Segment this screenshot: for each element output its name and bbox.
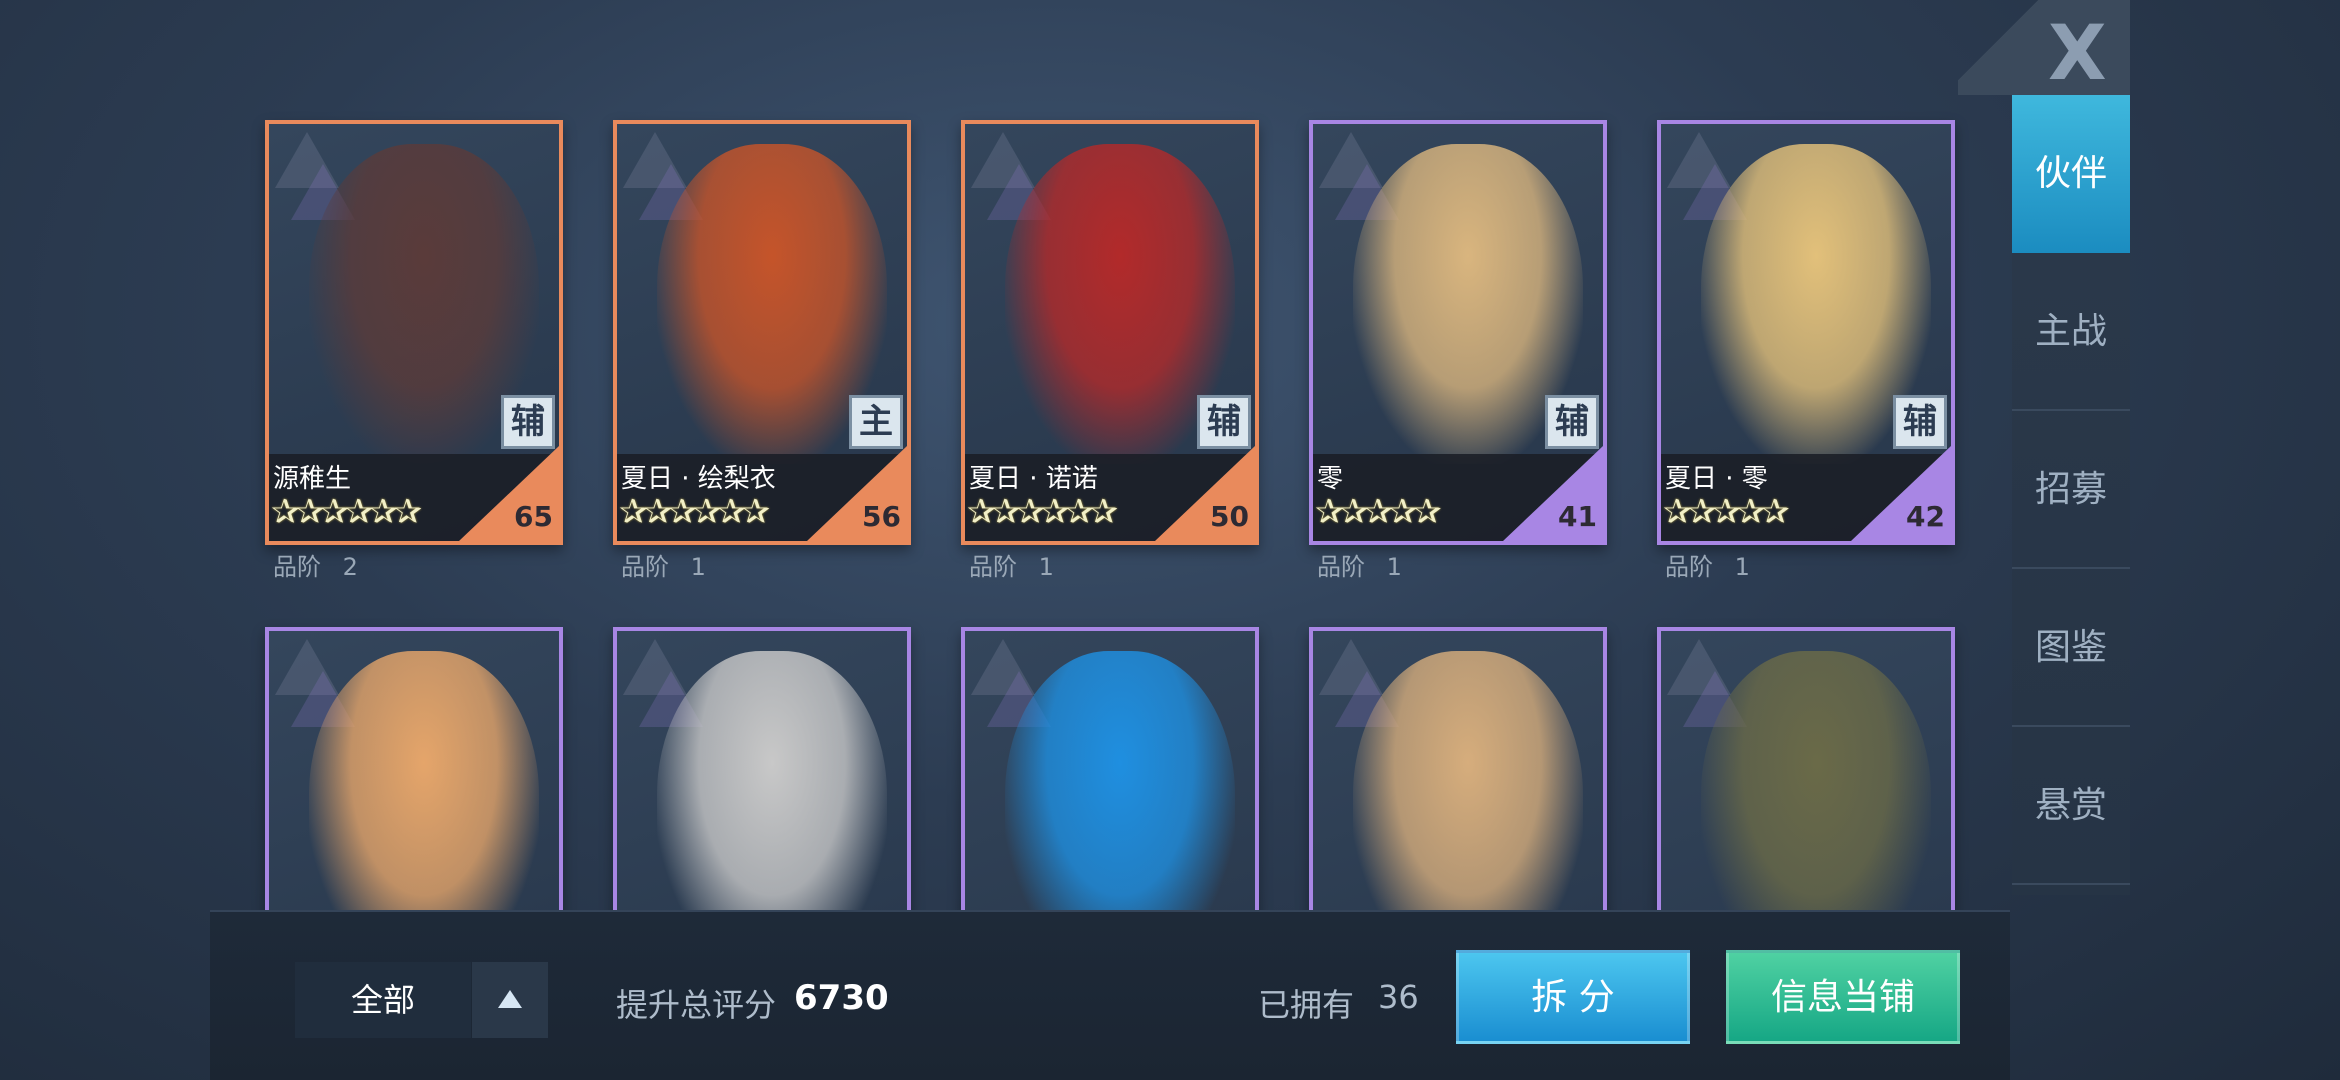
partner-portrait <box>657 651 887 910</box>
partner-card[interactable]: 辅 夏日 · 诺诺 ✰✰✰✰✰✰ 50 <box>961 120 1259 545</box>
grade-label: 品阶 <box>621 553 669 581</box>
close-button[interactable]: X <box>1958 0 2130 97</box>
grade-label: 品阶 <box>273 553 321 581</box>
score-label: 提升总评分 <box>616 986 777 1024</box>
tab-main-battle[interactable]: 主战 <box>2012 253 2130 411</box>
grade-label: 品阶 <box>969 553 1017 581</box>
grade-value: 1 <box>1386 553 1402 581</box>
partner-card[interactable]: 辅 源稚生 ✰✰✰✰✰✰ 65 <box>265 120 563 545</box>
role-badge: 辅 <box>1893 395 1947 449</box>
card-frame <box>265 627 563 910</box>
owned-count: 36 <box>1378 978 1419 1016</box>
card-frame <box>1309 627 1607 910</box>
role-badge: 辅 <box>501 395 555 449</box>
tab-recruit[interactable]: 招募 <box>2012 411 2130 569</box>
partner-card[interactable] <box>265 627 563 910</box>
partner-level: 41 <box>1558 500 1597 533</box>
partner-portrait <box>1005 651 1235 910</box>
partner-card[interactable]: 主 夏日 · 绘梨衣 ✰✰✰✰✰✰ 56 <box>613 120 911 545</box>
role-badge: 辅 <box>1545 395 1599 449</box>
tab-bounty[interactable]: 悬赏 <box>2012 727 2130 885</box>
side-nav: 伙伴 主战 招募 图鉴 悬赏 <box>2012 95 2130 895</box>
partner-name: 夏日 · 绘梨衣 <box>621 464 776 494</box>
filter-toggle-button[interactable] <box>472 962 548 1038</box>
tab-partner[interactable]: 伙伴 <box>2012 95 2130 253</box>
partner-card[interactable] <box>1309 627 1607 910</box>
partner-level: 56 <box>862 500 901 533</box>
grade-text: 品阶 2 <box>273 547 358 582</box>
card-frame <box>1657 627 1955 910</box>
partner-level: 42 <box>1906 500 1945 533</box>
partner-portrait <box>1701 651 1931 910</box>
grade-label: 品阶 <box>1317 553 1365 581</box>
owned-label: 已拥有 <box>1258 986 1355 1024</box>
partner-level: 50 <box>1210 500 1249 533</box>
partner-name: 夏日 · 诺诺 <box>969 464 1098 494</box>
grade-text: 品阶 1 <box>1317 547 1402 582</box>
grade-text: 品阶 1 <box>621 547 706 582</box>
partner-name: 源稚生 <box>273 464 352 494</box>
partner-portrait <box>309 651 539 910</box>
partner-grid: 辅 源稚生 ✰✰✰✰✰✰ 65 品阶 2 主 夏日 · 绘梨衣 ✰✰✰✰✰✰ 5… <box>210 95 2010 910</box>
star-rating: ✰✰✰✰✰ <box>1315 492 1441 532</box>
star-rating: ✰✰✰✰✰✰ <box>271 492 422 532</box>
grade-text: 品阶 1 <box>969 547 1054 582</box>
card-frame <box>613 627 911 910</box>
partner-card[interactable] <box>613 627 911 910</box>
filter-select[interactable]: 全部 <box>295 962 471 1038</box>
grade-label: 品阶 <box>1665 553 1713 581</box>
grade-value: 1 <box>1734 553 1750 581</box>
info-pawnshop-button[interactable]: 信息当铺 <box>1726 950 1960 1044</box>
card-frame <box>961 627 1259 910</box>
partner-level: 65 <box>514 500 553 533</box>
grade-value: 1 <box>690 553 706 581</box>
partner-portrait <box>1353 651 1583 910</box>
partner-card[interactable] <box>961 627 1259 910</box>
star-rating: ✰✰✰✰✰✰ <box>619 492 770 532</box>
grade-text: 品阶 1 <box>1665 547 1750 582</box>
card-frame <box>1309 120 1607 545</box>
dismantle-button[interactable]: 拆 分 <box>1456 950 1690 1044</box>
star-rating: ✰✰✰✰✰✰ <box>967 492 1118 532</box>
partner-name: 零 <box>1317 464 1344 494</box>
partner-name: 夏日 · 零 <box>1665 464 1768 494</box>
close-icon: X <box>2048 8 2107 97</box>
role-badge: 辅 <box>1197 395 1251 449</box>
grade-value: 1 <box>1038 553 1054 581</box>
score-value: 6730 <box>794 978 889 1018</box>
partner-card[interactable]: 辅 夏日 · 零 ✰✰✰✰✰ 42 <box>1657 120 1955 545</box>
chevron-up-icon <box>498 990 522 1008</box>
star-rating: ✰✰✰✰✰ <box>1663 492 1789 532</box>
grade-value: 2 <box>342 553 358 581</box>
partner-card[interactable]: 辅 零 ✰✰✰✰✰ 41 <box>1309 120 1607 545</box>
role-badge: 主 <box>849 395 903 449</box>
partner-card[interactable] <box>1657 627 1955 910</box>
tab-codex[interactable]: 图鉴 <box>2012 569 2130 727</box>
